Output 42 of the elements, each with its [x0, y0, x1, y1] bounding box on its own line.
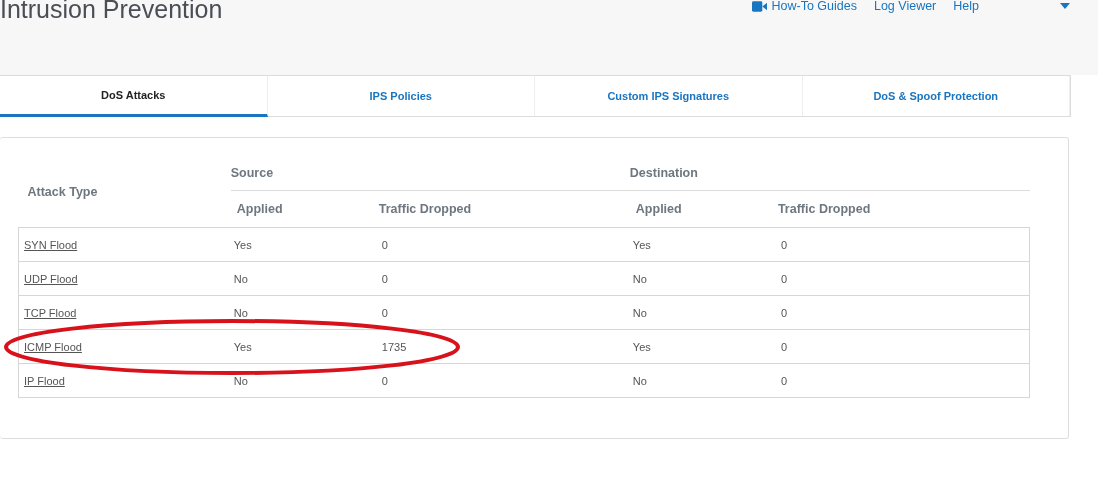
table-cell-text: Yes: [232, 340, 252, 353]
column-group-heading: Source: [230, 166, 274, 180]
column-heading: Applied: [235, 202, 283, 216]
table-cell-text: No: [232, 374, 248, 387]
table-cell-text: 0: [779, 306, 788, 319]
attack-type-link[interactable]: SYN Flood: [24, 238, 78, 251]
tab[interactable]: DoS Attacks: [0, 76, 268, 117]
column-heading: Attack Type: [27, 184, 98, 199]
table-cell-text: No: [631, 374, 647, 387]
header-link[interactable]: Help: [953, 0, 979, 13]
table-cell-text: 0: [380, 272, 388, 285]
table-cell-text: 0: [779, 238, 788, 251]
table-cell-text: 0: [779, 340, 788, 353]
column-heading: Traffic Dropped: [777, 202, 871, 216]
attack-type-link[interactable]: TCP Flood: [24, 306, 77, 319]
header-link[interactable]: Log Viewer: [873, 0, 937, 13]
how-to-guides-link[interactable]: How-To Guides: [751, 0, 857, 13]
table-cell-text: No: [232, 306, 248, 319]
table-cell-text: 0: [380, 306, 388, 319]
table-cell-text: 0: [779, 272, 788, 285]
table-cell-text: No: [631, 306, 647, 319]
table-cell-text: No: [631, 272, 647, 285]
table-cell-text: No: [232, 272, 248, 285]
table-cell-text: Yes: [232, 238, 252, 251]
table-cell-text: Yes: [631, 238, 651, 251]
tab[interactable]: Custom IPS Signatures: [535, 76, 803, 116]
caret-down-icon[interactable]: [1060, 3, 1070, 9]
video-camera-icon: [751, 0, 767, 12]
column-heading: Traffic Dropped: [378, 202, 472, 216]
table-cell-text: 0: [380, 238, 388, 251]
page-title: Intrusion Prevention: [0, 0, 223, 24]
table-cell-text: 1735: [380, 340, 407, 353]
table-cell-text: 0: [779, 374, 788, 387]
table-cell-text: 0: [380, 374, 388, 387]
table-cell-text: Yes: [631, 340, 651, 353]
attack-type-link[interactable]: ICMP Flood: [24, 340, 82, 353]
attack-type-link[interactable]: UDP Flood: [24, 272, 78, 285]
tab[interactable]: IPS Policies: [267, 76, 535, 116]
column-heading: Applied: [634, 202, 682, 216]
attack-type-link[interactable]: IP Flood: [24, 374, 65, 387]
tab[interactable]: DoS & Spoof Protection: [802, 76, 1070, 116]
column-group-heading: Destination: [629, 166, 698, 180]
